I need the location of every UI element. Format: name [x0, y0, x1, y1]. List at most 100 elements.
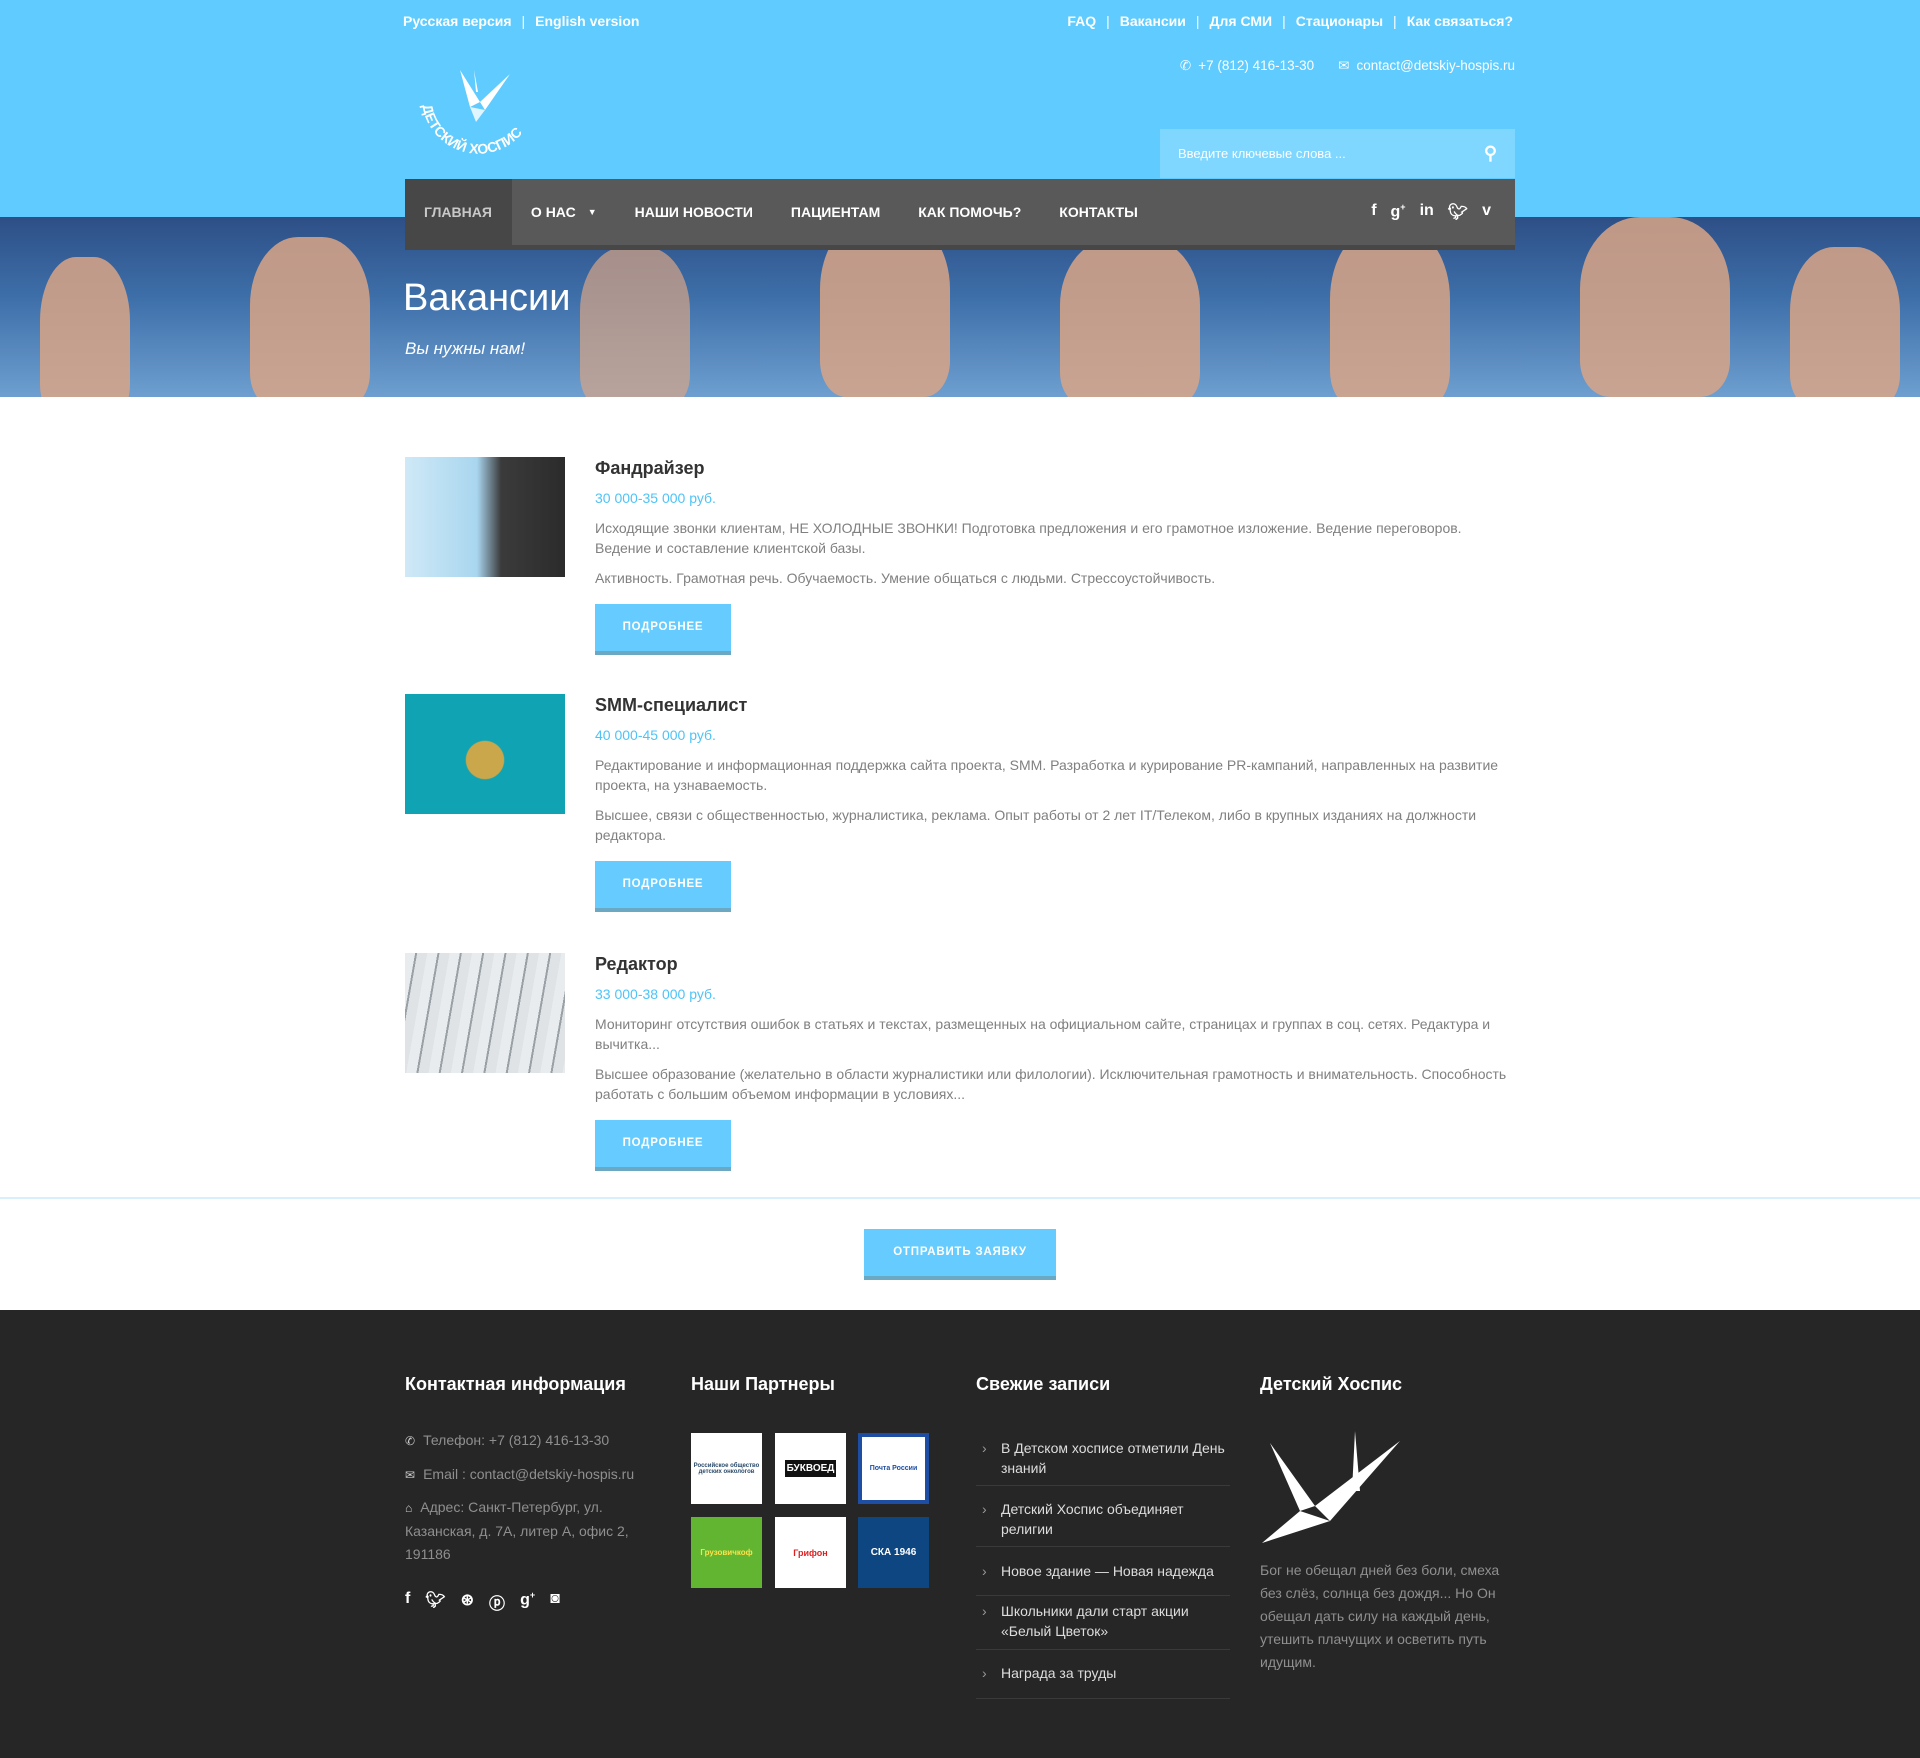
envelope-icon: ✉	[1338, 58, 1350, 73]
vacancy-image	[405, 694, 565, 814]
post-link[interactable]: › В Детском хосписе отметили День знаний	[976, 1438, 1230, 1486]
post-link[interactable]: › Школьники дали старт акции «Белый Цвето…	[976, 1601, 1230, 1650]
vacancy-salary: 33 000-38 000 руб.	[595, 986, 716, 1002]
vacancy-title[interactable]: Фандрайзер	[595, 456, 1515, 480]
partner-logo[interactable]: Грифон	[775, 1517, 846, 1588]
dribbble-icon[interactable]: ⊛	[461, 1590, 474, 1614]
facebook-icon[interactable]: f	[1371, 202, 1376, 222]
footer-heading: Наши Партнеры	[691, 1374, 835, 1394]
footer-recent-posts: Свежие записи › В Детском хосписе отметил…	[976, 1374, 1236, 1699]
header-email[interactable]: ✉ contact@detskiy-hospis.ru	[1338, 58, 1515, 74]
post-title[interactable]: Новое здание — Новая надежда	[1001, 1563, 1214, 1579]
divider	[0, 1197, 1920, 1199]
vacancy-description: Мониторинг отсутствия ошибок в статьях и…	[595, 1016, 1491, 1052]
link-vacancies[interactable]: Вакансии	[1120, 13, 1186, 29]
nav-help[interactable]: КАК ПОМОЧЬ?	[899, 179, 1040, 245]
instagram-icon[interactable]: ◙	[550, 1590, 560, 1614]
details-button[interactable]: ПОДРОБНЕЕ	[595, 1120, 731, 1171]
link-hospitals[interactable]: Стационары	[1296, 13, 1383, 29]
lang-russian[interactable]: Русская версия	[403, 13, 512, 29]
nav-news[interactable]: НАШИ НОВОСТИ	[616, 179, 772, 245]
search-box: ⚲	[1160, 129, 1515, 178]
google-plus-icon[interactable]: g+	[1391, 202, 1406, 222]
facebook-icon[interactable]: f	[405, 1590, 410, 1614]
vacancy-title[interactable]: Редактор	[595, 952, 1515, 976]
vacancy-requirements: Высшее образование (желательно в области…	[595, 1066, 1507, 1102]
footer-heading: Контактная информация	[405, 1374, 626, 1394]
vacancy-item: Редактор 33 000-38 000 руб. Мониторинг о…	[405, 953, 1515, 1171]
vacancy-requirements: Активность. Грамотная речь. Обучаемость.…	[595, 570, 1216, 586]
footer-about: Детский Хоспис Бог не обещал дней без бо…	[1260, 1374, 1530, 1674]
post-title[interactable]: Школьники дали старт акции «Белый Цветок…	[1001, 1603, 1189, 1639]
footer-partners: Наши Партнеры Российское общество детски…	[691, 1374, 931, 1674]
twitter-icon[interactable]: 🐦︎	[425, 1590, 445, 1614]
vacancy-image	[405, 953, 565, 1073]
logo[interactable]: ДЕТСКИЙ ХОСПИС	[410, 62, 545, 157]
footer-heading: Детский Хоспис	[1260, 1374, 1403, 1394]
post-link[interactable]: › Новое здание — Новая надежда	[976, 1561, 1230, 1596]
nav-contacts[interactable]: КОНТАКТЫ	[1040, 179, 1156, 245]
vacancy-title[interactable]: SMM-специалист	[595, 693, 1515, 717]
chevron-right-icon: ›	[982, 1501, 987, 1517]
language-switcher: Русская версия | English version	[403, 13, 639, 31]
separator: |	[1106, 13, 1110, 29]
link-contact[interactable]: Как связаться?	[1407, 13, 1513, 29]
details-button[interactable]: ПОДРОБНЕЕ	[595, 604, 731, 655]
footer-address: ⌂ Адрес: Санкт-Петербург, ул. Казанская, …	[405, 1496, 665, 1566]
chevron-right-icon: ›	[982, 1665, 987, 1681]
phone-icon: ✆	[405, 1434, 416, 1448]
post-title[interactable]: Награда за труды	[1001, 1665, 1116, 1681]
nav-patients[interactable]: ПАЦИЕНТАМ	[772, 179, 899, 245]
post-title[interactable]: В Детском хосписе отметили День знаний	[1001, 1440, 1225, 1476]
post-link[interactable]: › Награда за труды	[976, 1663, 1230, 1699]
post-link[interactable]: › Детский Хоспис объединяет религии	[976, 1499, 1230, 1547]
partner-logo[interactable]: Почта России	[858, 1433, 929, 1504]
vimeo-icon[interactable]: v	[1482, 202, 1491, 222]
separator: |	[1195, 13, 1200, 29]
crane-logo-icon	[1262, 1431, 1400, 1543]
linkedin-icon[interactable]: in	[1420, 202, 1434, 222]
lang-english[interactable]: English version	[535, 13, 639, 29]
header-phone: ✆ +7 (812) 416-13-30	[1180, 58, 1314, 74]
submit-application-button[interactable]: ОТПРАВИТЬ ЗАЯВКУ	[864, 1229, 1056, 1280]
email-text[interactable]: contact@detskiy-hospis.ru	[1356, 58, 1515, 73]
details-button[interactable]: ПОДРОБНЕЕ	[595, 861, 731, 912]
post-title[interactable]: Детский Хоспис объединяет религии	[1001, 1501, 1184, 1537]
vacancy-image	[405, 457, 565, 577]
top-links: FAQ | Вакансии | Для СМИ | Стационары | Как связ…	[1067, 13, 1513, 31]
footer-phone: ✆ Телефон: +7 (812) 416-13-30	[405, 1429, 665, 1453]
separator: |	[1282, 13, 1286, 29]
partner-logo[interactable]: СКА 1946	[858, 1517, 929, 1588]
search-input[interactable]	[1178, 146, 1458, 161]
vacancy-salary: 30 000-35 000 руб.	[595, 490, 716, 506]
search-icon[interactable]: ⚲	[1484, 143, 1497, 164]
link-faq[interactable]: FAQ	[1067, 13, 1096, 29]
phone-text: +7 (812) 416-13-30	[1198, 58, 1315, 73]
link-press[interactable]: Для СМИ	[1210, 13, 1273, 29]
email-text[interactable]: Email : contact@detskiy-hospis.ru	[423, 1466, 634, 1482]
footer-heading: Свежие записи	[976, 1374, 1111, 1394]
main-nav: ГЛАВНАЯ О НАС ▼ НАШИ НОВОСТИ ПАЦИЕНТАМ КА…	[405, 179, 1515, 250]
caret-down-icon: ▼	[587, 207, 597, 217]
vacancy-salary: 40 000-45 000 руб.	[595, 727, 716, 743]
partner-logo-text: БУКВОЕД	[784, 1460, 837, 1477]
pinterest-icon[interactable]: ⓟ	[489, 1590, 505, 1614]
google-plus-icon[interactable]: g+	[520, 1590, 535, 1614]
address-text: Адрес: Санкт-Петербург, ул. Казанская, д…	[405, 1499, 629, 1562]
twitter-icon[interactable]: 🐦︎	[1448, 202, 1468, 222]
header-contacts: ✆ +7 (812) 416-13-30 ✉ contact@detskiy-hos…	[1180, 58, 1515, 74]
partner-logo[interactable]: Российское общество детских онкологов	[691, 1433, 762, 1504]
vacancy-item: Фандрайзер 30 000-35 000 руб. Исходящие …	[405, 457, 1515, 655]
nav-about[interactable]: О НАС ▼	[512, 179, 616, 245]
partner-logo[interactable]: Грузовичкоф	[691, 1517, 762, 1588]
footer: Контактная информация ✆ Телефон: +7 (812)…	[0, 1310, 1920, 1758]
phone-text: Телефон: +7 (812) 416-13-30	[423, 1432, 610, 1448]
footer-email[interactable]: ✉ Email : contact@detskiy-hospis.ru	[405, 1463, 665, 1487]
chevron-right-icon: ›	[982, 1440, 987, 1456]
partner-logo[interactable]: БУКВОЕД	[775, 1433, 846, 1504]
separator: |	[521, 13, 526, 29]
vacancy-description: Исходящие звонки клиентам, НЕ ХОЛОДНЫЕ З…	[595, 520, 1462, 556]
page-subtitle: Вы нужны нам!	[405, 339, 526, 358]
nav-home[interactable]: ГЛАВНАЯ	[405, 179, 512, 245]
envelope-icon: ✉	[405, 1468, 416, 1482]
